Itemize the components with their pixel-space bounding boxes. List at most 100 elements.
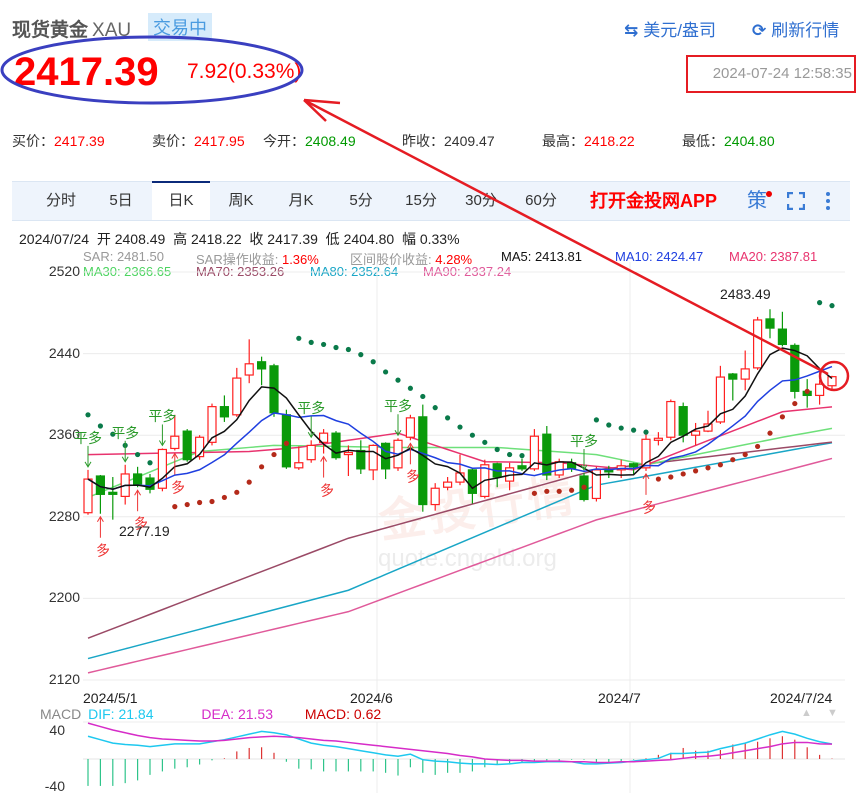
sar-dot (631, 427, 637, 433)
sar-dot (668, 474, 674, 480)
candle-down (269, 365, 279, 414)
candle-down (467, 469, 477, 494)
candle-down (728, 373, 738, 380)
sar-dot (407, 385, 413, 391)
candle-down (257, 361, 267, 370)
sar-dot (519, 453, 525, 459)
sar-dot (606, 422, 612, 428)
signal-label-close: 平多 (74, 429, 102, 446)
candle-up (666, 400, 676, 438)
sar-dot (283, 440, 289, 446)
candle-up (306, 444, 316, 461)
sar-dot (209, 498, 215, 505)
sar-dot (494, 446, 500, 453)
highlight-ellipse (0, 35, 304, 105)
macd-legend: MACD DIF: 21.84 DEA: 21.53 MACD: 0.62 (40, 706, 381, 722)
signal-label-close: 平多 (297, 400, 326, 417)
x-tick-label: 2024/6 (350, 690, 393, 706)
sar-dot (730, 457, 736, 463)
candle-up (740, 368, 750, 380)
candle-down (628, 463, 639, 468)
sar-dot (420, 393, 426, 400)
candle-up (244, 363, 254, 376)
signal-label-close: 平多 (148, 408, 177, 425)
sar-dot (507, 451, 513, 458)
macd-y-tick-label: -40 (44, 777, 65, 794)
x-tick-label: 2024/7 (598, 690, 641, 706)
signal-label-long: 多 (318, 480, 335, 499)
sar-dot (457, 424, 463, 430)
kline-chart[interactable] (0, 0, 860, 793)
candle-down (418, 416, 428, 506)
candle-up (294, 462, 304, 469)
macd-value: MACD: 0.62 (304, 706, 382, 722)
signal-label-close: 平多 (111, 424, 140, 441)
candle-up (715, 376, 726, 423)
sar-dot (804, 388, 810, 394)
signal-label-close: 平多 (570, 432, 598, 449)
sar-dot (482, 439, 488, 445)
sar-dot (581, 484, 587, 490)
sar-dot (531, 490, 538, 496)
candle-down (356, 449, 366, 470)
sar-dot (693, 468, 699, 474)
sar-dot (308, 339, 314, 345)
sar-dot (643, 429, 649, 435)
candle-up (554, 461, 564, 476)
candle-up (690, 430, 701, 436)
sar-dot (792, 400, 798, 407)
sar-dot (172, 504, 178, 510)
sar-dot (829, 303, 835, 309)
ma90-line (87, 457, 833, 674)
sar-dot (246, 479, 252, 485)
candle-up (430, 487, 440, 506)
dif-value: DIF: 21.84 (88, 706, 154, 722)
sar-dot (556, 488, 562, 494)
sar-dot (234, 489, 240, 495)
high-price-label: 2483.49 (720, 286, 771, 302)
candle-down (678, 406, 688, 436)
sar-dot (705, 465, 711, 471)
sar-dot (271, 451, 277, 458)
sar-dot (432, 405, 438, 411)
scroll-down-icon[interactable]: ▼ (827, 707, 838, 719)
sar-dot (197, 499, 203, 506)
sar-dot (358, 352, 364, 358)
sar-dot (259, 464, 265, 470)
candle-down (777, 328, 788, 346)
y-tick-label: 2440 (48, 344, 80, 361)
candle-down (108, 491, 118, 495)
candle-up (83, 478, 93, 514)
candle-down (381, 442, 391, 470)
candle-up (443, 481, 453, 488)
sar-dot (618, 425, 624, 431)
candle-up (752, 319, 763, 369)
scroll-up-icon[interactable]: ▲ (801, 707, 812, 719)
sar-dot (717, 462, 724, 468)
sar-dot (544, 488, 550, 494)
sar-dot (742, 451, 748, 458)
sar-dot (680, 471, 686, 477)
low-price-label: 2277.19 (119, 523, 170, 539)
sar-dot (147, 460, 153, 466)
sar-dot (135, 451, 141, 458)
sar-dot (817, 300, 823, 306)
candle-up (343, 451, 353, 456)
sar-dot (221, 494, 227, 501)
sar-dot (767, 430, 773, 436)
y-tick-label: 2280 (48, 507, 80, 524)
sar-dot (469, 432, 475, 438)
candle-up (170, 435, 180, 450)
macd-y-tick-label: 40 (49, 722, 65, 739)
x-tick-label: 2024/7/24 (770, 690, 833, 706)
sar-dot (779, 414, 786, 420)
macd-name: MACD (40, 706, 82, 722)
candle-down (133, 473, 143, 485)
candle-up (368, 444, 378, 471)
candle-down (331, 432, 341, 459)
signal-label-close: 平多 (384, 398, 412, 415)
dea-value: DEA: 21.53 (201, 706, 273, 722)
sar-dot (383, 369, 389, 375)
sar-dot (333, 344, 339, 351)
candle-down (182, 430, 192, 461)
